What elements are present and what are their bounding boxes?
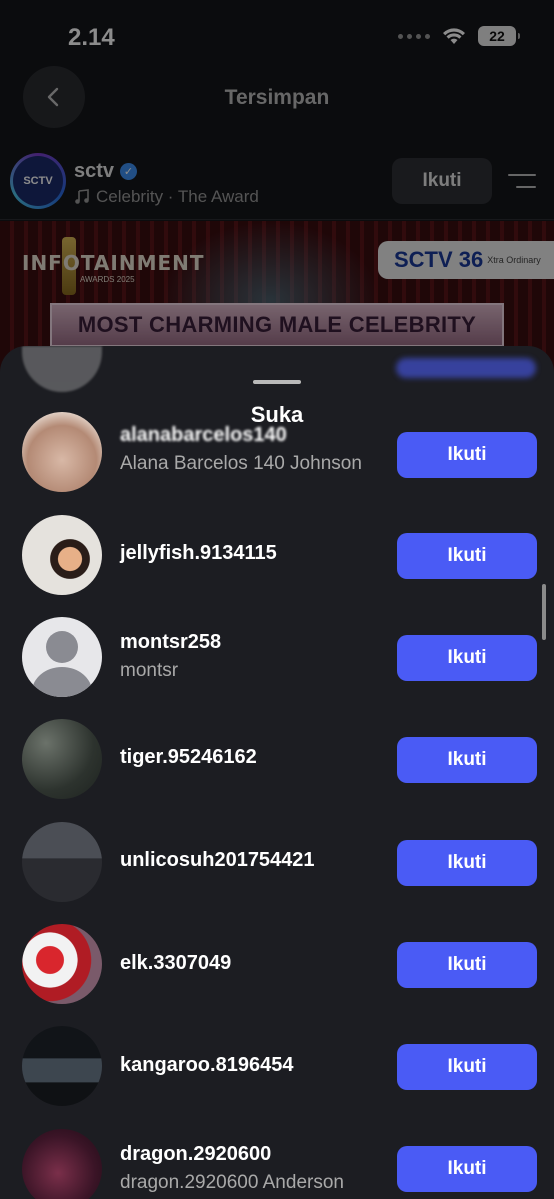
scrolled-avatar-ghost bbox=[22, 346, 102, 392]
follow-button-top[interactable]: Ikuti bbox=[392, 158, 492, 204]
banner-logo-right-text: SCTV 36 bbox=[394, 247, 484, 272]
profile-row: SCTV sctv ✓ Celebrity · The Award Ikuti bbox=[0, 150, 554, 220]
default-avatar-icon bbox=[46, 631, 78, 663]
verified-icon: ✓ bbox=[120, 163, 138, 180]
list-item[interactable]: alanabarcelos140 Alana Barcelos 140 John… bbox=[0, 412, 554, 502]
username[interactable]: jellyfish.9134115 bbox=[120, 542, 384, 565]
row-text: dragon.2920600 dragon.2920600 Anderson bbox=[120, 1143, 384, 1194]
profile-avatar[interactable]: SCTV bbox=[10, 153, 66, 209]
row-text: tiger.95246162 bbox=[120, 746, 384, 769]
scrolled-button-ghost bbox=[396, 358, 536, 378]
list-item[interactable]: kangaroo.8196454 Ikuti bbox=[0, 1026, 554, 1116]
banner-logo-right: SCTV 36 Xtra Ordinary bbox=[378, 241, 554, 279]
profile-name-text: sctv bbox=[74, 160, 115, 182]
row-text: jellyfish.9134115 bbox=[120, 542, 384, 565]
list-item[interactable]: elk.3307049 Ikuti bbox=[0, 924, 554, 1014]
display-name: montsr bbox=[120, 660, 179, 681]
avatar[interactable] bbox=[22, 924, 102, 1004]
follow-button[interactable]: Ikuti bbox=[397, 1146, 537, 1192]
top-bar: Tersimpan bbox=[0, 66, 554, 130]
menu-icon[interactable] bbox=[508, 174, 536, 190]
row-text: kangaroo.8196454 bbox=[120, 1054, 384, 1077]
list-item[interactable]: unlicosuh201754421 Ikuti bbox=[0, 822, 554, 912]
avatar-logo: SCTV bbox=[13, 156, 63, 206]
row-text: alanabarcelos140 Alana Barcelos 140 John… bbox=[120, 424, 384, 475]
follow-button[interactable]: Ikuti bbox=[397, 737, 537, 783]
avatar[interactable] bbox=[22, 1129, 102, 1199]
list-item[interactable]: montsr258 montsr Ikuti bbox=[0, 617, 554, 707]
follow-button[interactable]: Ikuti bbox=[397, 432, 537, 478]
status-icons: 22 bbox=[398, 26, 520, 46]
row-text: montsr258 montsr bbox=[120, 631, 384, 682]
username[interactable]: unlicosuh201754421 bbox=[120, 849, 384, 872]
follow-button[interactable]: Ikuti bbox=[397, 533, 537, 579]
list-item[interactable]: jellyfish.9134115 Ikuti bbox=[0, 515, 554, 605]
wifi-icon bbox=[443, 28, 465, 44]
battery-icon: 22 bbox=[478, 26, 520, 46]
row-text: elk.3307049 bbox=[120, 952, 384, 975]
screen: 2.14 22 Tersimpan SCTV sctv ✓ Celebrity … bbox=[0, 0, 554, 1199]
follow-button[interactable]: Ikuti bbox=[397, 635, 537, 681]
page-title: Tersimpan bbox=[224, 86, 330, 109]
status-time: 2.14 bbox=[68, 24, 115, 51]
row-text: unlicosuh201754421 bbox=[120, 849, 384, 872]
banner-logo-left: INFOTAINMENT bbox=[22, 251, 205, 275]
sheet-handle[interactable] bbox=[253, 380, 301, 384]
follow-button[interactable]: Ikuti bbox=[397, 1044, 537, 1090]
username[interactable]: kangaroo.8196454 bbox=[120, 1054, 384, 1077]
list-item[interactable]: dragon.2920600 dragon.2920600 Anderson I… bbox=[0, 1129, 554, 1199]
avatar[interactable] bbox=[22, 617, 102, 697]
banner-ribbon: MOST CHARMING MALE CELEBRITY bbox=[50, 303, 504, 347]
profile-subtitle-text: Celebrity · The Award bbox=[96, 187, 259, 206]
follow-button[interactable]: Ikuti bbox=[397, 840, 537, 886]
default-avatar-body bbox=[32, 667, 92, 697]
banner-logo-right-sub: Xtra Ordinary bbox=[487, 255, 541, 265]
status-bar: 2.14 22 bbox=[0, 0, 554, 70]
username[interactable]: elk.3307049 bbox=[120, 952, 384, 975]
avatar[interactable] bbox=[22, 1026, 102, 1106]
list-item[interactable]: tiger.95246162 Ikuti bbox=[0, 719, 554, 809]
music-note-icon bbox=[75, 189, 89, 204]
avatar[interactable] bbox=[22, 822, 102, 902]
avatar[interactable] bbox=[22, 515, 102, 595]
profile-name[interactable]: sctv ✓ bbox=[74, 160, 138, 183]
display-name: dragon.2920600 Anderson bbox=[120, 1172, 344, 1193]
follow-button[interactable]: Ikuti bbox=[397, 942, 537, 988]
username[interactable]: dragon.2920600 bbox=[120, 1143, 384, 1166]
username[interactable]: montsr258 bbox=[120, 631, 384, 654]
signal-dots-icon bbox=[398, 33, 430, 39]
avatar[interactable] bbox=[22, 412, 102, 492]
avatar[interactable] bbox=[22, 719, 102, 799]
username[interactable]: tiger.95246162 bbox=[120, 746, 384, 769]
profile-subtitle[interactable]: Celebrity · The Award bbox=[74, 187, 259, 207]
display-name: Alana Barcelos 140 Johnson bbox=[120, 453, 362, 474]
likes-sheet: Suka alanabarcelos140 Alana Barcelos 140… bbox=[0, 346, 554, 1199]
banner-logo-sub: AWARDS 2025 bbox=[80, 275, 135, 284]
username[interactable]: alanabarcelos140 bbox=[120, 424, 384, 447]
